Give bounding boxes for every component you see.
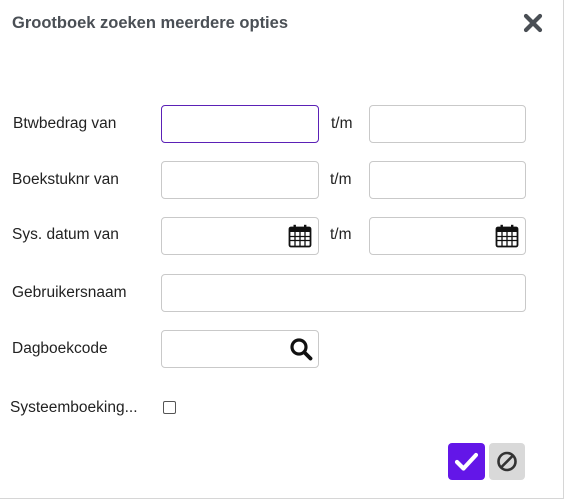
search-icon[interactable] — [289, 337, 313, 361]
sysdatum-range-separator: t/m — [330, 226, 352, 243]
confirm-button[interactable] — [448, 443, 485, 480]
btwbedrag-label: Btwbedrag van — [13, 115, 117, 132]
btwbedrag-range-separator: t/m — [331, 115, 353, 132]
search-dialog: Grootboek zoeken meerdere opties Btwbedr… — [0, 0, 564, 499]
dagboekcode-label: Dagboekcode — [12, 340, 108, 357]
dialog-title: Grootboek zoeken meerdere opties — [12, 14, 288, 32]
gebruikersnaam-label: Gebruikersnaam — [12, 284, 127, 301]
dagboekcode-input[interactable] — [161, 330, 319, 368]
sysdatum-from-input[interactable] — [161, 217, 319, 255]
calendar-icon[interactable] — [288, 224, 312, 248]
btwbedrag-to-input[interactable] — [369, 105, 526, 143]
cancel-icon — [497, 451, 517, 472]
systeemboeking-label: Systeemboeking... — [10, 399, 138, 416]
cancel-button[interactable] — [489, 443, 525, 480]
boekstuknr-from-input[interactable] — [161, 161, 319, 199]
sysdatum-label: Sys. datum van — [12, 226, 119, 243]
boekstuknr-range-separator: t/m — [330, 171, 352, 188]
check-icon — [454, 452, 479, 471]
sysdatum-to-input[interactable] — [369, 217, 526, 255]
gebruikersnaam-input[interactable] — [161, 274, 526, 312]
btwbedrag-from-input[interactable] — [161, 105, 319, 143]
calendar-icon[interactable] — [495, 224, 519, 248]
systeemboeking-checkbox[interactable] — [163, 401, 176, 414]
close-icon[interactable] — [522, 12, 544, 34]
boekstuknr-label: Boekstuknr van — [12, 171, 119, 188]
boekstuknr-to-input[interactable] — [369, 161, 526, 199]
